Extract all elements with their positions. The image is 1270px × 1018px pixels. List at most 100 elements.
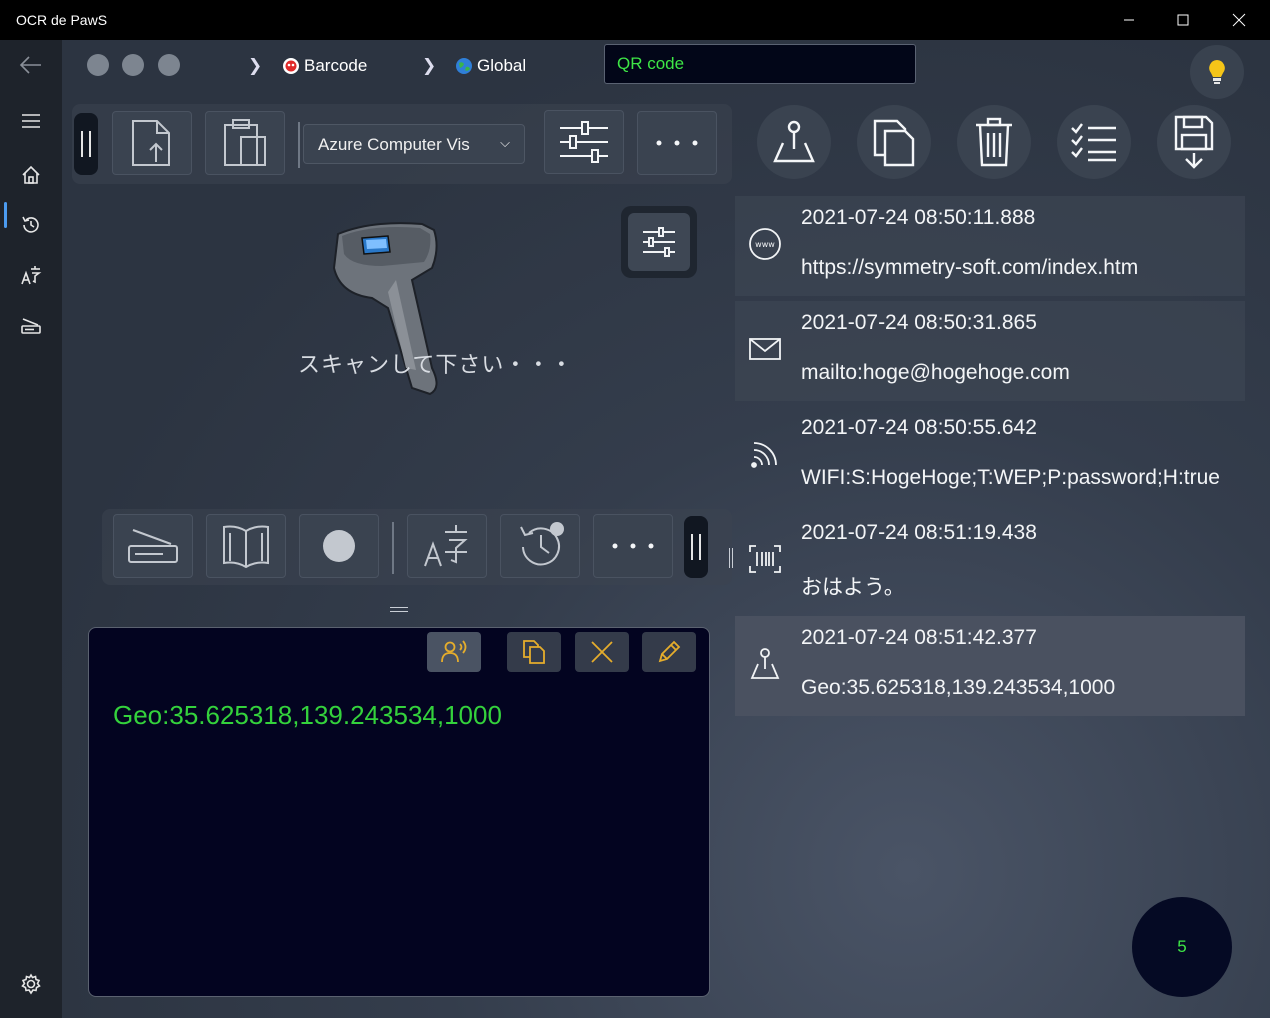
- read-aloud-button[interactable]: [427, 632, 481, 672]
- map-pin-icon: [773, 120, 815, 163]
- breadcrumb-chevron-1: ❯: [248, 56, 263, 75]
- nav-item-history[interactable]: [0, 203, 62, 247]
- globe-icon: [456, 58, 472, 74]
- www-icon: www: [747, 226, 783, 262]
- ellipsis-icon: [612, 543, 654, 549]
- history-value: https://symmetry-soft.com/index.htm: [801, 256, 1139, 279]
- filter-settings-button[interactable]: [544, 110, 624, 174]
- close-window-button[interactable]: [1216, 0, 1262, 40]
- mail-icon: [747, 331, 783, 367]
- nav-item-translate[interactable]: [0, 253, 62, 297]
- record-button[interactable]: [299, 514, 379, 578]
- save-download-icon: [1174, 115, 1214, 169]
- clear-result-button[interactable]: [575, 632, 629, 672]
- minimize-button[interactable]: [1106, 0, 1152, 40]
- close-icon: [591, 641, 613, 663]
- svg-text:www: www: [755, 240, 775, 249]
- nav-item-home[interactable]: [0, 153, 62, 197]
- history-time: 2021-07-24 08:51:42.377: [801, 626, 1037, 649]
- ellipsis-icon: [656, 140, 698, 146]
- speak-icon: [441, 640, 467, 663]
- settings-button[interactable]: [0, 962, 62, 1006]
- status-dot-2: [122, 54, 144, 76]
- scanner-icon: [21, 318, 41, 334]
- history-time: 2021-07-24 08:50:11.888: [801, 206, 1036, 229]
- result-text[interactable]: Geo:35.625318,139.243534,1000: [113, 700, 502, 731]
- pencil-icon: [658, 640, 681, 663]
- toolbar-separator-2: [392, 522, 394, 574]
- history-recent-button[interactable]: [500, 514, 580, 578]
- main-content: ❯ Barcode ❯ Global QR code Azure Compute…: [62, 40, 1270, 1018]
- history-item[interactable]: 2021-07-24 08:50:31.865 mailto:hoge@hoge…: [735, 301, 1245, 401]
- history-item[interactable]: 2021-07-24 08:51:19.438 おはよう。: [735, 511, 1245, 611]
- breadcrumb-global[interactable]: Global: [455, 56, 526, 76]
- back-button[interactable]: [0, 43, 62, 87]
- split-resize-handle[interactable]: [390, 607, 408, 612]
- home-icon: [22, 165, 40, 184]
- breadcrumb-chevron-2: ❯: [422, 56, 437, 75]
- sliders-icon: [643, 227, 675, 257]
- delete-button[interactable]: [957, 105, 1031, 179]
- clipboard-paste-icon: [224, 119, 266, 166]
- breadcrumb-global-label: Global: [477, 56, 527, 75]
- translate-button[interactable]: [407, 514, 487, 578]
- edit-result-button[interactable]: [642, 632, 696, 672]
- map-pin-icon: [747, 646, 783, 682]
- read-book-button[interactable]: [206, 514, 286, 578]
- toolbar-separator: [298, 122, 300, 168]
- select-all-button[interactable]: [1057, 105, 1131, 179]
- scan-document-button[interactable]: [113, 514, 193, 578]
- breadcrumb-barcode[interactable]: Barcode: [282, 56, 367, 76]
- more-options-button[interactable]: [637, 111, 717, 175]
- toolbar-grip-handle[interactable]: [74, 113, 98, 175]
- more-actions-button[interactable]: [593, 514, 673, 578]
- history-value: Geo:35.625318,139.243534,1000: [801, 676, 1116, 699]
- tips-button[interactable]: [1190, 45, 1244, 99]
- copy-result-button[interactable]: [507, 632, 561, 672]
- ocr-engine-dropdown[interactable]: Azure Computer Vis ⌵: [303, 124, 525, 164]
- ocr-engine-label: Azure Computer Vis: [318, 135, 470, 154]
- nav-item-scanner[interactable]: [0, 303, 62, 347]
- save-button[interactable]: [1157, 105, 1231, 179]
- history-item[interactable]: 2021-07-24 08:50:55.642 WIFI:S:HogeHoge;…: [735, 406, 1245, 506]
- wifi-icon: [747, 436, 783, 472]
- title-bar: OCR de PawS: [0, 0, 1270, 40]
- map-pin-button[interactable]: [757, 105, 831, 179]
- navigation-pane: [0, 40, 62, 1018]
- window-title: OCR de PawS: [16, 12, 108, 28]
- lightbulb-icon: [1209, 60, 1225, 84]
- translate-icon: [424, 525, 468, 567]
- history-item[interactable]: www 2021-07-24 08:50:11.888 https://symm…: [735, 196, 1245, 296]
- maximize-button[interactable]: [1160, 0, 1206, 40]
- vertical-resize-handle[interactable]: [729, 548, 733, 568]
- hamburger-icon: [22, 114, 40, 128]
- history-icon: [22, 216, 39, 233]
- barcode-logo-icon: [283, 58, 299, 74]
- paste-button[interactable]: [205, 111, 285, 175]
- result-output-panel: Geo:35.625318,139.243534,1000: [88, 627, 710, 997]
- open-file-button[interactable]: [112, 111, 192, 175]
- sliders-icon: [560, 121, 608, 163]
- copy-all-button[interactable]: [857, 105, 931, 179]
- history-item-selected[interactable]: 2021-07-24 08:51:42.377 Geo:35.625318,13…: [735, 616, 1245, 716]
- toolbar2-grip-handle[interactable]: [684, 516, 708, 578]
- scanner-settings-button[interactable]: [621, 206, 697, 278]
- scanner-icon: [128, 529, 178, 563]
- status-dot-1: [87, 54, 109, 76]
- copy-icon: [873, 119, 915, 167]
- history-badge-icon: [520, 522, 564, 566]
- record-dot-icon: [323, 530, 355, 562]
- history-value: WIFI:S:HogeHoge;T:WEP;P:password;H:true: [801, 466, 1219, 489]
- history-time: 2021-07-24 08:50:55.642: [801, 416, 1037, 439]
- history-count-badge[interactable]: 5: [1132, 897, 1232, 997]
- back-arrow-icon: [19, 56, 41, 74]
- menu-button[interactable]: [0, 99, 62, 143]
- history-time: 2021-07-24 08:50:31.865: [801, 311, 1037, 334]
- copy-icon: [523, 640, 545, 664]
- breadcrumb-barcode-label: Barcode: [304, 56, 368, 75]
- code-type-input[interactable]: QR code: [604, 44, 916, 84]
- file-upload-icon: [132, 120, 170, 166]
- history-time: 2021-07-24 08:51:19.438: [801, 521, 1037, 544]
- translate-icon: [21, 266, 42, 285]
- scan-prompt-text: スキャンして下さい・・・: [298, 352, 574, 377]
